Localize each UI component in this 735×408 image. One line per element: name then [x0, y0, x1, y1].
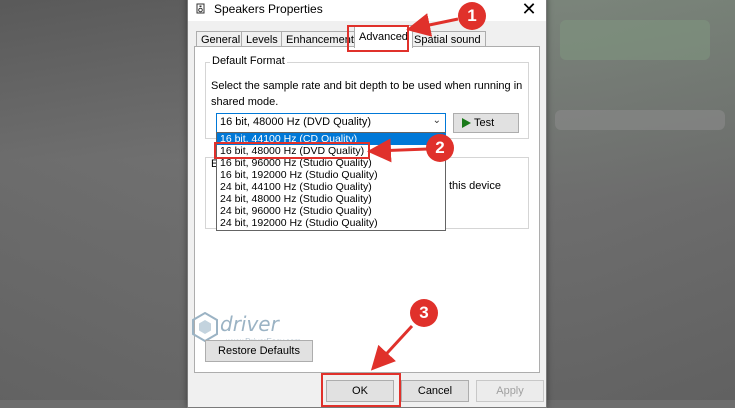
annotation-arrows: [367, 13, 459, 371]
step-3-badge: 3: [410, 299, 438, 327]
arrow-step2: [367, 138, 429, 163]
step-1-badge: 1: [458, 2, 486, 30]
arrow-step3: [370, 324, 414, 371]
step-2-badge: 2: [426, 134, 454, 162]
arrow-step1: [406, 13, 459, 37]
